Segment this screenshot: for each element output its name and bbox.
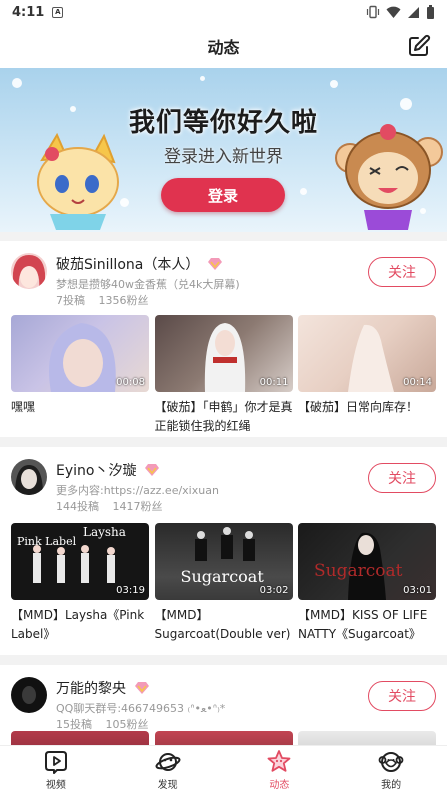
monkey-face-icon xyxy=(378,752,404,772)
top-header: 动态 xyxy=(0,24,447,68)
user-name: Eyino丶汐璇 xyxy=(56,463,137,479)
video-duration: 03:01 xyxy=(403,585,432,596)
video-title[interactable]: 嘿嘿 xyxy=(11,398,149,417)
video-list xyxy=(11,731,436,745)
page-title: 动态 xyxy=(207,38,240,57)
banner-headline: 我们等你好久啦 xyxy=(128,108,318,138)
thumbnail-caption: Pink Label xyxy=(17,535,77,548)
signal-icon xyxy=(408,6,419,18)
video-item[interactable]: 00:11 【破茄】「申鹤」你才是真正能锁住我的红绳 xyxy=(154,315,293,436)
video-title[interactable]: 【MMD】Sugarcoat(Double ver) xyxy=(155,606,293,644)
nav-discover[interactable]: 发现 xyxy=(112,746,224,794)
video-title[interactable]: 【破茄】「申鹤」你才是真正能锁住我的红绳 xyxy=(155,398,293,436)
video-thumbnail[interactable]: 00:11 xyxy=(154,315,293,392)
follow-button[interactable]: 关注 xyxy=(368,681,436,711)
battery-icon xyxy=(427,5,434,19)
notification-icon: A xyxy=(52,6,64,18)
feed-card: 破茄Sinillona（本人） 梦想是攒够40w金香蕉（兑4k大屏幕) 7投稿 … xyxy=(0,241,447,437)
avatar[interactable] xyxy=(11,459,47,495)
star-icon xyxy=(267,750,291,772)
status-time: 4:11 xyxy=(12,4,45,20)
user-stats: 15投稿 105粉丝 xyxy=(56,716,159,732)
nav-mine[interactable]: 我的 xyxy=(335,746,447,794)
fan-count: 1356粉丝 xyxy=(98,294,149,307)
user-name: 破茄Sinillona（本人） xyxy=(56,257,200,273)
bottom-nav: 视频 发现 动态 我的 xyxy=(0,745,447,794)
video-duration: 03:02 xyxy=(259,585,289,596)
video-item[interactable]: Pink Label Laysha 03:19 【MMD】Laysha《Pink… xyxy=(11,523,149,644)
video-item[interactable] xyxy=(154,731,293,745)
thumbnail-caption: Laysha xyxy=(83,525,126,539)
vip-badge-icon xyxy=(135,682,149,694)
user-info-row[interactable]: 破茄Sinillona（本人） 梦想是攒够40w金香蕉（兑4k大屏幕) 7投稿 … xyxy=(11,253,436,309)
user-info-row[interactable]: Eyino丶汐璇 更多内容:https://azz.ee/xixuan 144投… xyxy=(11,459,436,515)
video-item[interactable]: 00:14 【破茄】日常向库存！ xyxy=(298,315,436,436)
vibrate-icon xyxy=(366,5,380,19)
video-thumbnail[interactable] xyxy=(154,731,293,745)
video-duration: 00:08 xyxy=(116,377,145,388)
user-signature: 更多内容:https://azz.ee/xixuan xyxy=(56,484,219,497)
user-name-line: 破茄Sinillona（本人） xyxy=(56,254,223,274)
login-button[interactable]: 登录 xyxy=(161,178,285,212)
feed-card: Eyino丶汐璇 更多内容:https://azz.ee/xixuan 144投… xyxy=(0,447,447,655)
thumbnail-caption: Sugarcoat xyxy=(314,561,403,581)
video-duration: 00:11 xyxy=(259,377,289,388)
avatar[interactable] xyxy=(11,677,47,713)
feed-card: 万能的黎央 QQ聊天群号:466749653 ₍ᐢ•ﻌ•ᐢ₎* 15投稿 105… xyxy=(0,665,447,745)
user-signature: 梦想是攒够40w金香蕉（兑4k大屏幕) xyxy=(56,278,240,291)
wifi-icon xyxy=(386,6,401,18)
status-bar: 4:11 A xyxy=(0,0,447,24)
video-item[interactable] xyxy=(298,731,436,745)
user-name-line: 万能的黎央 xyxy=(56,678,150,698)
planet-icon xyxy=(155,753,181,771)
video-item[interactable]: 00:08 嘿嘿 xyxy=(11,315,149,436)
video-item[interactable]: Sugarcoat 03:02 【MMD】Sugarcoat(Double ve… xyxy=(154,523,293,644)
fan-count: 105粉丝 xyxy=(105,718,149,731)
post-count: 144投稿 xyxy=(56,500,99,513)
video-title[interactable]: 【MMD】Laysha《Pink Label》 xyxy=(11,606,149,644)
status-icons xyxy=(366,5,435,19)
avatar[interactable] xyxy=(11,253,47,289)
edit-post-icon[interactable] xyxy=(407,34,431,58)
fan-count: 1417粉丝 xyxy=(112,500,163,513)
video-title[interactable]: 【MMD】KISS OF LIFE NATTY《Sugarcoat》 xyxy=(298,606,436,644)
banner-subtitle: 登录进入新世界 xyxy=(164,147,283,167)
video-item[interactable]: Sugarcoat 03:01 【MMD】KISS OF LIFE NATTY《… xyxy=(298,523,436,644)
video-thumbnail[interactable]: 00:14 xyxy=(298,315,436,392)
nav-label: 我的 xyxy=(381,780,402,791)
video-duration: 03:19 xyxy=(116,585,145,596)
user-stats: 144投稿 1417粉丝 xyxy=(56,498,173,514)
follow-button[interactable]: 关注 xyxy=(368,463,436,493)
video-thumbnail[interactable]: Sugarcoat 03:01 xyxy=(298,523,436,600)
user-name: 万能的黎央 xyxy=(56,681,126,697)
nav-label: 动态 xyxy=(269,780,290,791)
follow-button[interactable]: 关注 xyxy=(368,257,436,287)
vip-badge-icon xyxy=(208,258,223,270)
video-duration: 00:14 xyxy=(403,377,432,388)
user-stats: 7投稿 1356粉丝 xyxy=(56,292,159,308)
nav-moments[interactable]: 动态 xyxy=(224,746,336,794)
video-thumbnail[interactable] xyxy=(11,731,149,745)
thumbnail-caption: Sugarcoat xyxy=(180,567,264,586)
nav-label: 视频 xyxy=(45,780,66,791)
post-count: 15投稿 xyxy=(56,718,92,731)
user-name-line: Eyino丶汐璇 xyxy=(56,460,160,480)
post-count: 7投稿 xyxy=(56,294,85,307)
nav-label: 发现 xyxy=(157,780,178,791)
video-list: Pink Label Laysha 03:19 【MMD】Laysha《Pink… xyxy=(11,523,436,644)
nav-video[interactable]: 视频 xyxy=(0,746,112,794)
video-list: 00:08 嘿嘿 00:11 【破茄】「申鹤」你才是真正能锁住我的红绳 00:1… xyxy=(11,315,436,436)
video-title[interactable]: 【破茄】日常向库存！ xyxy=(298,398,436,417)
video-thumbnail[interactable]: Pink Label Laysha 03:19 xyxy=(11,523,149,600)
login-banner: 我们等你好久啦 登录进入新世界 登录 xyxy=(0,68,447,232)
video-thumbnail[interactable]: 00:08 xyxy=(11,315,149,392)
video-thumbnail[interactable] xyxy=(298,731,436,745)
vip-badge-icon xyxy=(145,464,160,476)
user-info-row[interactable]: 万能的黎央 QQ聊天群号:466749653 ₍ᐢ•ﻌ•ᐢ₎* 15投稿 105… xyxy=(11,677,436,733)
user-signature: QQ聊天群号:466749653 ₍ᐢ•ﻌ•ᐢ₎* xyxy=(56,702,226,715)
video-item[interactable] xyxy=(11,731,149,745)
video-thumbnail[interactable]: Sugarcoat 03:02 xyxy=(154,523,293,600)
play-icon xyxy=(44,751,67,774)
